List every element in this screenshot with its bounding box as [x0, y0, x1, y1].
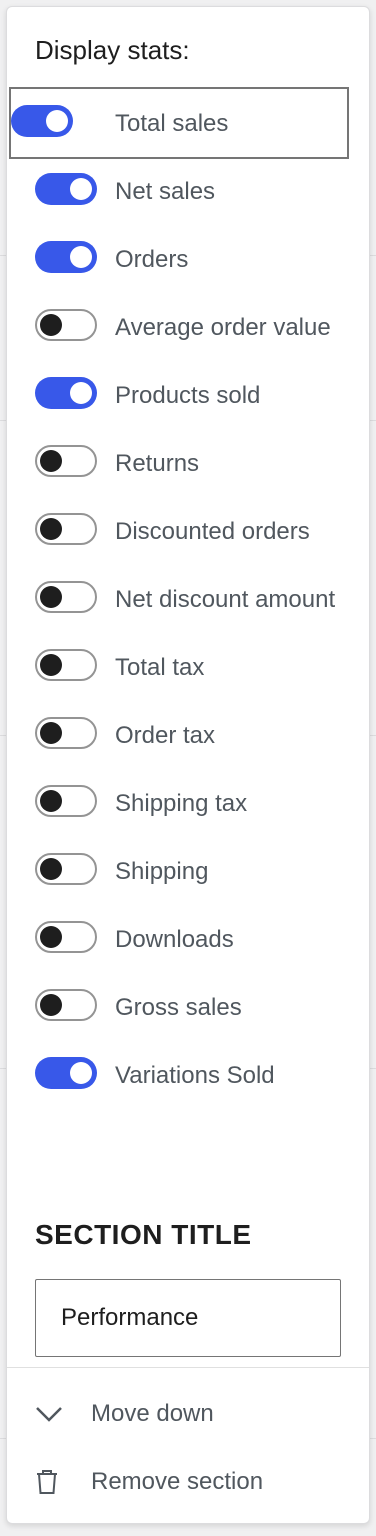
stat-toggle-item[interactable]: Total sales — [7, 87, 371, 159]
stat-toggle-item[interactable]: Net sales — [7, 157, 371, 225]
stat-toggle-item[interactable]: Total tax — [7, 633, 371, 701]
toggle-switch[interactable] — [35, 921, 97, 953]
stat-toggle-item[interactable]: Variations Sold — [7, 1041, 371, 1109]
section-title-input[interactable] — [35, 1279, 341, 1357]
stat-toggle-item[interactable]: Products sold — [7, 361, 371, 429]
toggle-knob — [40, 314, 62, 336]
toggle-switch[interactable] — [35, 377, 97, 409]
toggle-knob — [40, 994, 62, 1016]
stat-toggle-item[interactable]: Order tax — [7, 701, 371, 769]
stats-list: Total sales Net sales Orders Average order … — [7, 87, 371, 1109]
toggle-switch[interactable] — [35, 989, 97, 1021]
toggle-switch[interactable] — [35, 1057, 97, 1089]
toggle-switch[interactable] — [35, 581, 97, 613]
toggle-knob — [40, 518, 62, 540]
toggle-knob — [40, 926, 62, 948]
stat-toggle-item[interactable]: Orders — [7, 225, 371, 293]
toggle-switch[interactable] — [35, 241, 97, 273]
toggle-knob — [40, 654, 62, 676]
stat-toggle-item[interactable]: Average order value — [7, 293, 371, 361]
toggle-knob — [70, 1062, 92, 1084]
stat-toggle-item[interactable]: Downloads — [7, 905, 371, 973]
toggle-switch[interactable] — [35, 309, 97, 341]
toggle-switch[interactable] — [35, 717, 97, 749]
popover-title: Display stats: — [35, 35, 190, 65]
stat-toggle-item[interactable]: Discounted orders — [7, 497, 371, 565]
toggle-knob — [70, 246, 92, 268]
toggle-knob — [40, 858, 62, 880]
stat-toggle-item[interactable]: Returns — [7, 429, 371, 497]
remove-section-button[interactable]: Remove section — [35, 1457, 263, 1507]
stat-toggle-item[interactable]: Gross sales — [7, 973, 371, 1041]
toggle-switch[interactable] — [35, 785, 97, 817]
move-down-button[interactable]: Move down — [35, 1389, 214, 1439]
toggle-switch[interactable] — [35, 173, 97, 205]
chevron-down-icon — [35, 1398, 75, 1430]
toggle-knob — [40, 722, 62, 744]
toggle-switch[interactable] — [11, 105, 73, 137]
actions-divider — [7, 1367, 369, 1368]
section-title-label: SECTION TITLE — [35, 1219, 252, 1250]
toggle-switch[interactable] — [35, 853, 97, 885]
toggle-switch[interactable] — [35, 513, 97, 545]
stat-toggle-item[interactable]: Shipping tax — [7, 769, 371, 837]
toggle-knob — [46, 110, 68, 132]
remove-section-label: Remove section — [91, 1468, 264, 1495]
toggle-knob — [40, 450, 62, 472]
toggle-knob — [40, 790, 62, 812]
display-stats-popover: Display stats: Total sales Net sales Order… — [6, 6, 370, 1524]
toggle-knob — [70, 382, 92, 404]
move-down-label: Move down — [91, 1400, 214, 1427]
stat-toggle-item[interactable]: Shipping — [7, 837, 371, 905]
toggle-knob — [40, 586, 62, 608]
toggle-switch[interactable] — [35, 649, 97, 681]
stat-label: Total sales — [115, 110, 229, 137]
toggle-knob — [70, 178, 92, 200]
stat-toggle-item[interactable]: Net discount amount — [7, 565, 371, 633]
toggle-switch[interactable] — [35, 445, 97, 477]
trash-icon — [35, 1466, 75, 1498]
